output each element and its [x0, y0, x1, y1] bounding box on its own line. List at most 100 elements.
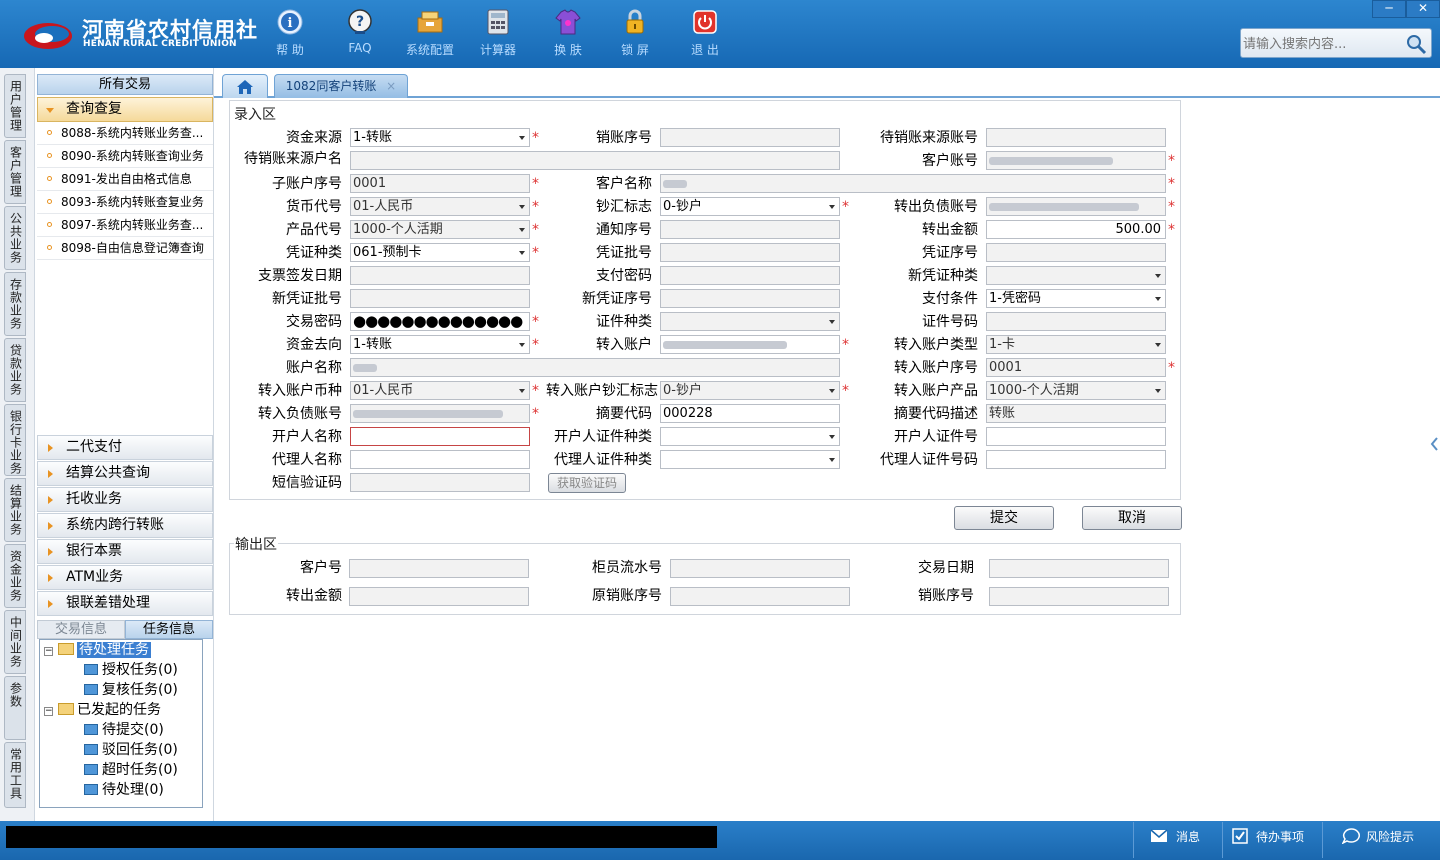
get-code-button[interactable]: 获取验证码 — [548, 473, 626, 493]
cust-acct-field[interactable] — [986, 151, 1166, 170]
notice-seq-field[interactable] — [660, 220, 840, 239]
tree-node-to-submit[interactable]: 待提交(0) — [84, 721, 164, 740]
agent-id-no-field[interactable] — [986, 450, 1166, 469]
in-acct-type-select[interactable]: 1-卡 — [986, 335, 1166, 354]
tree-node-timeout[interactable]: 超时任务(0) — [84, 761, 178, 780]
agent-name-field[interactable] — [350, 450, 530, 469]
tree-node-todo[interactable]: 待处理(0) — [84, 781, 164, 800]
vtab-bank-card[interactable]: 银行卡业务 — [4, 404, 26, 476]
calculator-button[interactable]: 计算器 — [463, 8, 533, 60]
minimize-button[interactable]: ─ — [1372, 0, 1406, 18]
new-voucher-seq-field[interactable] — [660, 289, 840, 308]
tab-home[interactable] — [222, 74, 268, 98]
vtab-settlement[interactable]: 结算业务 — [4, 478, 26, 542]
tree-node-rejected[interactable]: 驳回任务(0) — [84, 741, 178, 760]
group-item[interactable]: 二代支付 — [37, 435, 213, 460]
collapse-icon[interactable]: − — [44, 707, 53, 716]
new-voucher-type-select[interactable] — [986, 266, 1166, 285]
tab-transfer[interactable]: 1082同客户转账 × — [274, 74, 408, 98]
vtab-deposit[interactable]: 存款业务 — [4, 272, 26, 336]
pending-src-acct-field[interactable] — [986, 128, 1166, 147]
todo-button[interactable]: 待办事项 — [1232, 826, 1304, 848]
id-type-select[interactable] — [660, 312, 840, 331]
group-query-reply[interactable]: 查询查复 — [37, 97, 213, 122]
vtab-user-mgmt[interactable]: 用户管理 — [4, 74, 26, 138]
opener-id-no-field[interactable] — [986, 427, 1166, 446]
txn-pwd-field[interactable]: ●●●●●●●●●●●●●● — [350, 312, 530, 331]
tab-task-info[interactable]: 任务信息 — [125, 620, 213, 639]
group-item[interactable]: 银行本票 — [37, 539, 213, 564]
search-input[interactable] — [1243, 34, 1403, 54]
tab-transaction-info[interactable]: 交易信息 — [37, 620, 125, 639]
submit-button[interactable]: 提交 — [954, 506, 1054, 530]
out-debt-field[interactable] — [986, 197, 1166, 216]
list-item[interactable]: 8091-发出自由格式信息 — [37, 168, 213, 191]
list-item[interactable]: 8090-系统内转账查询业务 — [37, 145, 213, 168]
vtab-intermediary[interactable]: 中间业务 — [4, 610, 26, 674]
voucher-type-select[interactable]: 061-预制卡 — [350, 243, 530, 262]
new-voucher-batch-field[interactable] — [350, 289, 530, 308]
pay-cond-select[interactable]: 1-凭密码 — [986, 289, 1166, 308]
currency-select[interactable]: 01-人民币 — [350, 197, 530, 216]
group-item[interactable]: 系统内跨行转账 — [37, 513, 213, 538]
voucher-seq-field[interactable] — [986, 243, 1166, 262]
summary-desc-field[interactable]: 转账 — [986, 404, 1166, 423]
list-item[interactable]: 8098-自由信息登记簿查询 — [37, 237, 213, 260]
tree-node-review[interactable]: 复核任务(0) — [84, 681, 178, 700]
cash-flag-select[interactable]: 0-钞户 — [660, 197, 840, 216]
cancel-seq-field[interactable] — [660, 128, 840, 147]
message-button[interactable]: 消息 — [1150, 826, 1200, 848]
tab-close-icon[interactable]: × — [386, 79, 396, 93]
in-acct-field[interactable] — [660, 335, 840, 354]
lock-button[interactable]: 锁 屏 — [600, 8, 670, 60]
sms-code-field[interactable] — [350, 473, 530, 492]
list-item[interactable]: 8088-系统内转账业务查... — [37, 122, 213, 145]
fund-dest-select[interactable]: 1-转账 — [350, 335, 530, 354]
product-select[interactable]: 1000-个人活期 — [350, 220, 530, 239]
out-amount-field[interactable]: 500.00 — [986, 220, 1166, 239]
voucher-batch-field[interactable] — [660, 243, 840, 262]
search-icon[interactable] — [1405, 33, 1427, 55]
fund-source-select[interactable]: 1-转账 — [350, 128, 530, 147]
exit-button[interactable]: 退 出 — [670, 8, 740, 60]
in-product-select[interactable]: 1000-个人活期 — [986, 381, 1166, 400]
cancel-button[interactable]: 取消 — [1082, 506, 1182, 530]
risk-button[interactable]: 风险提示 — [1341, 826, 1414, 848]
group-item[interactable]: 银联差错处理 — [37, 591, 213, 616]
in-acct-seq-field[interactable]: 0001 — [986, 358, 1166, 377]
group-item[interactable]: ATM业务 — [37, 565, 213, 590]
opener-name-field[interactable] — [350, 427, 530, 446]
list-item[interactable]: 8093-系统内转账查复业务 — [37, 191, 213, 214]
vtab-funds[interactable]: 资金业务 — [4, 544, 26, 608]
vtab-tools[interactable]: 常用工具 — [4, 742, 26, 808]
tree-node-initiated[interactable]: 已发起的任务 — [58, 701, 161, 720]
tree-node-auth[interactable]: 授权任务(0) — [84, 661, 178, 680]
sub-seq-field[interactable]: 0001 — [350, 174, 530, 193]
in-debt-field[interactable] — [350, 404, 530, 423]
group-item[interactable]: 托收业务 — [37, 487, 213, 512]
pending-src-name-field[interactable] — [350, 151, 840, 170]
all-transactions-header[interactable]: 所有交易 — [37, 74, 213, 95]
vtab-params[interactable]: 参数 — [4, 676, 26, 740]
cust-name-field[interactable] — [660, 174, 1166, 193]
id-no-field[interactable] — [986, 312, 1166, 331]
help-button[interactable]: i 帮 助 — [255, 8, 325, 60]
pay-pwd-field[interactable] — [660, 266, 840, 285]
config-button[interactable]: 系统配置 — [395, 8, 465, 60]
faq-button[interactable]: ? FAQ — [325, 8, 395, 60]
in-currency-select[interactable]: 01-人民币 — [350, 381, 530, 400]
skin-button[interactable]: 换 肤 — [533, 8, 603, 60]
group-item[interactable]: 结算公共查询 — [37, 461, 213, 486]
acct-name-field[interactable] — [350, 358, 840, 377]
vtab-public-business[interactable]: 公共业务 — [4, 206, 26, 270]
cheque-date-field[interactable] — [350, 266, 530, 285]
vtab-loan[interactable]: 贷款业务 — [4, 338, 26, 402]
list-item[interactable]: 8097-系统内转账业务查... — [37, 214, 213, 237]
opener-id-type-select[interactable] — [660, 427, 840, 446]
close-window-button[interactable]: ✕ — [1406, 0, 1440, 18]
collapse-icon[interactable]: − — [44, 647, 53, 656]
summary-code-field[interactable]: 000228 — [660, 404, 840, 423]
vtab-customer-mgmt[interactable]: 客户管理 — [4, 140, 26, 204]
tree-node-pending[interactable]: 待处理任务 — [58, 641, 151, 660]
in-cash-flag-select[interactable]: 0-钞户 — [660, 381, 840, 400]
